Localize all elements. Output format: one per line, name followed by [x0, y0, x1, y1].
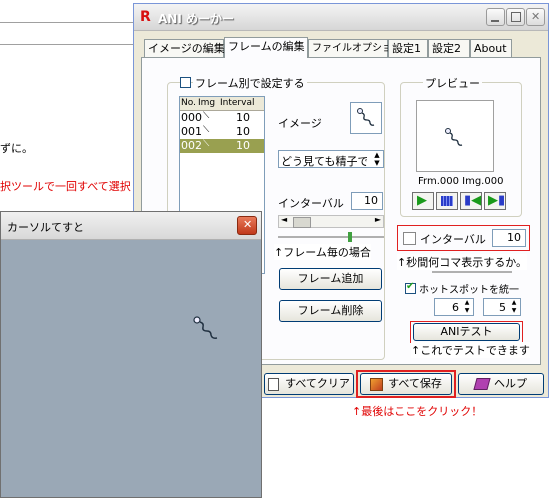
tab-frame-edit[interactable]: フレームの編集 [224, 37, 308, 58]
tab-file-options[interactable]: ファイルオプション [308, 39, 402, 57]
frame-row-interval: 10 [236, 139, 250, 152]
preview-canvas [416, 100, 494, 172]
hotspot-y-value: 5 [499, 301, 506, 314]
document-red-text: 択ツールで一回すべて選択 [0, 180, 131, 193]
hotspot-label: ホットスポットを統一 [419, 285, 519, 296]
preview-label: プレビュー [423, 75, 482, 91]
frame-info: Frm.000 Img.000 [418, 176, 504, 187]
maximize-button[interactable] [506, 8, 525, 26]
frame-row-selected[interactable]: 002 ⟍ 10 [180, 139, 264, 153]
frame-row-no: 002 [181, 139, 202, 152]
frame-thumb-icon: ⟍ [203, 111, 210, 121]
tab-image-edit[interactable]: イメージの編集 [144, 39, 225, 57]
header-img[interactable]: Img [198, 98, 215, 108]
app-logo-icon: R [140, 9, 151, 25]
help-button[interactable]: ヘルプ [458, 373, 544, 395]
close-icon: ✕ [243, 218, 253, 231]
frame-row[interactable]: 001 ⟍ 10 [180, 125, 264, 139]
clear-all-label: すべてクリア [285, 377, 350, 390]
frame-thumb-icon: ⟍ [203, 139, 210, 149]
save-all-button[interactable]: すべて保存 [360, 373, 452, 395]
checkmark-icon: ✔ [406, 281, 415, 292]
document-icon [268, 377, 280, 391]
header-interval[interactable]: Interval [220, 98, 254, 108]
hotspot-checkbox[interactable]: ✔ [405, 281, 416, 294]
frame-interval-scrollbar[interactable]: ◄ ► [278, 215, 384, 228]
sperm-cursor-icon [357, 108, 375, 126]
frame-specific-checkbox[interactable] [180, 77, 191, 88]
document-divider [0, 22, 140, 23]
global-interval-label: インターバル [420, 233, 486, 246]
frame-row[interactable]: 000 ⟍ 10 [180, 111, 264, 125]
frame-row-interval: 10 [236, 111, 250, 124]
save-all-icon [370, 377, 384, 391]
prev-frame-icon: ▮◀ [464, 193, 482, 208]
scroll-thumb[interactable] [293, 217, 311, 228]
cursor-window-close-button[interactable]: ✕ [237, 216, 257, 235]
add-frame-button[interactable]: フレーム追加 [279, 268, 382, 290]
slider-handle[interactable] [348, 232, 352, 242]
stop-button[interactable] [436, 192, 458, 210]
frame-interval-input[interactable]: 10 [351, 192, 383, 210]
annotation-click-last: ↑最後はここをクリック！ [352, 403, 483, 419]
tab-settings2[interactable]: 設定2 [428, 39, 470, 57]
close-icon: ✕ [531, 10, 541, 23]
image-select-value: どう見ても精子です [281, 155, 367, 168]
cursor-test-window[interactable]: カーソルてすと ✕ [0, 211, 262, 498]
hotspot-y-spinner[interactable]: 5 ▲ ▼ [483, 298, 521, 316]
close-button[interactable]: ✕ [526, 8, 545, 26]
hotspot-x-value: 6 [452, 301, 459, 314]
preview-cursor-icon [445, 128, 463, 146]
spinner-arrows-icon[interactable]: ▲ ▼ [462, 299, 472, 315]
window-title: ANI めーかー [158, 12, 234, 26]
help-book-icon [473, 378, 491, 390]
ani-test-button[interactable]: ANIテスト [413, 323, 520, 341]
image-thumbnail [350, 102, 382, 134]
frame-specific-label: フレーム別で設定する [193, 75, 307, 91]
play-button[interactable]: ▶ [412, 192, 434, 210]
help-label: ヘルプ [494, 377, 527, 390]
scroll-left-icon[interactable]: ◄ [281, 215, 287, 224]
clear-all-button[interactable]: すべてクリア [264, 373, 354, 395]
play-icon: ▶ [417, 193, 427, 208]
header-no[interactable]: No. [181, 98, 196, 108]
scroll-right-icon[interactable]: ► [375, 215, 381, 224]
document-text-line: ずに。 [0, 142, 33, 155]
spinner-arrows-icon[interactable]: ▲ ▼ [509, 299, 519, 315]
document-divider-2 [0, 44, 140, 45]
window-titlebar[interactable]: R ANI めーかー ✕ [134, 4, 548, 31]
image-select[interactable]: どう見ても精子です ▲▼ [278, 150, 384, 168]
frame-row-no: 001 [181, 125, 202, 138]
minimize-button[interactable] [486, 8, 505, 26]
global-interval-slider[interactable] [432, 268, 512, 276]
annotation-test: ↑これでテストできます [411, 342, 530, 358]
hotspot-x-spinner[interactable]: 6 ▲ ▼ [434, 298, 474, 316]
next-frame-button[interactable]: ▶▮ [484, 192, 506, 210]
next-frame-icon: ▶▮ [488, 193, 506, 208]
global-interval-checkbox[interactable] [403, 232, 416, 245]
frame-interval-label: インターバル [278, 197, 344, 210]
annotation-frame-interval: ↑フレーム毎の場合 [274, 244, 371, 260]
delete-frame-button[interactable]: フレーム削除 [279, 300, 382, 322]
save-all-label: すべて保存 [388, 377, 442, 390]
frame-row-interval: 10 [236, 125, 250, 138]
frame-thumb-icon: ⟍ [203, 125, 210, 135]
image-label: イメージ [278, 117, 322, 130]
global-interval-input[interactable]: 10 [492, 229, 526, 247]
select-arrows-icon: ▲ ▼ [374, 151, 380, 167]
tab-about[interactable]: About [470, 39, 512, 57]
cursor-window-titlebar[interactable]: カーソルてすと ✕ [1, 212, 261, 240]
test-cursor-icon [193, 316, 218, 339]
prev-frame-button[interactable]: ▮◀ [460, 192, 482, 210]
frame-interval-slider[interactable] [278, 232, 384, 242]
frame-list-header: No. Img Interval [180, 97, 264, 111]
stop-icon [441, 196, 453, 206]
cursor-window-title: カーソルてすと [7, 221, 84, 234]
frame-row-no: 000 [181, 111, 202, 124]
tab-settings1[interactable]: 設定1 [388, 39, 428, 57]
